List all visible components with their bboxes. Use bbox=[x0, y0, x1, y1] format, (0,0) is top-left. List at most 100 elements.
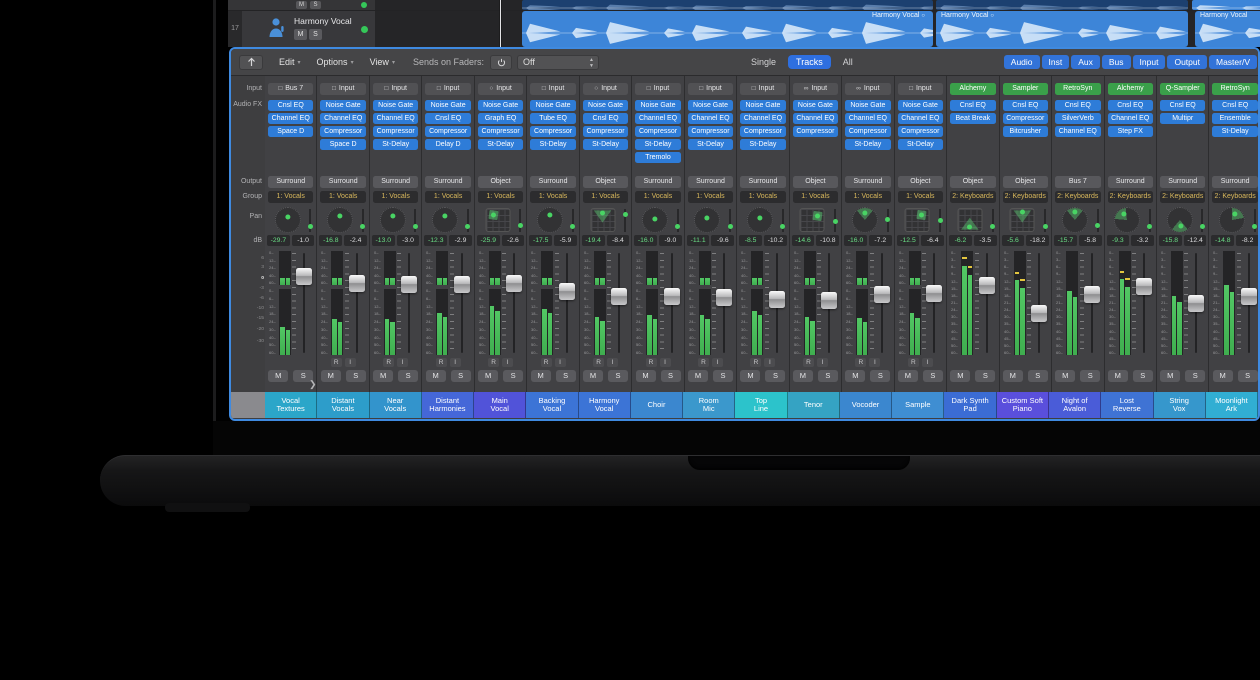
volume-fader[interactable] bbox=[815, 251, 837, 355]
fx-slot[interactable]: Noise Gate bbox=[845, 100, 890, 111]
fx-slot[interactable]: Channel EQ bbox=[268, 113, 313, 124]
instrument-slot[interactable]: Alchemy bbox=[1108, 83, 1153, 95]
peak-level-display[interactable]: -16.0 bbox=[844, 235, 867, 246]
view-menu[interactable]: View▾ bbox=[370, 57, 395, 67]
solo-button[interactable]: S bbox=[309, 29, 322, 40]
solo-button[interactable]: S bbox=[661, 370, 681, 382]
input-monitor-button[interactable]: I bbox=[607, 358, 618, 367]
fx-slot[interactable]: Space D bbox=[320, 139, 365, 150]
volume-display[interactable]: -3.2 bbox=[1131, 235, 1154, 246]
fx-slot[interactable]: Compressor bbox=[635, 126, 680, 137]
fx-slot[interactable]: St-Delay bbox=[740, 139, 785, 150]
instrument-slot[interactable]: RetroSyn bbox=[1212, 83, 1257, 95]
group-slot[interactable]: 2: Keyboards bbox=[1108, 191, 1153, 203]
fx-slot[interactable]: Beat Break bbox=[950, 113, 995, 124]
fx-slot[interactable]: Compressor bbox=[898, 126, 943, 137]
fader-cap[interactable] bbox=[769, 291, 785, 308]
volume-fader[interactable] bbox=[343, 251, 365, 355]
input-slot[interactable]: □Input bbox=[530, 83, 575, 95]
fader-cap[interactable] bbox=[1188, 295, 1204, 312]
pan-control[interactable] bbox=[527, 206, 578, 236]
fader-cap[interactable] bbox=[1084, 286, 1100, 303]
solo-button[interactable]: S bbox=[346, 370, 366, 382]
power-icon[interactable] bbox=[490, 55, 512, 70]
peak-level-display[interactable]: -25.9 bbox=[477, 235, 500, 246]
pan-side-slider[interactable] bbox=[624, 209, 626, 232]
pan-knob[interactable] bbox=[432, 207, 458, 233]
pan-control[interactable] bbox=[1209, 206, 1260, 236]
instrument-slot[interactable]: Q-Sampler bbox=[1160, 83, 1205, 95]
channel-name[interactable]: DistantVocals bbox=[317, 392, 369, 418]
volume-display[interactable]: -10.8 bbox=[816, 235, 839, 246]
group-slot[interactable]: 1: Vocals bbox=[740, 191, 785, 203]
channel-name[interactable]: NearVocals bbox=[370, 392, 422, 418]
fader-cap[interactable] bbox=[506, 275, 522, 292]
fx-slot[interactable]: St-Delay bbox=[373, 139, 418, 150]
input-monitor-button[interactable]: I bbox=[450, 358, 461, 367]
group-slot[interactable]: 1: Vocals bbox=[845, 191, 890, 203]
volume-display[interactable]: -18.2 bbox=[1026, 235, 1049, 246]
fx-slot[interactable]: Bitcrusher bbox=[1003, 126, 1048, 137]
group-slot[interactable]: 1: Vocals bbox=[583, 191, 628, 203]
pan-knob[interactable] bbox=[537, 207, 563, 233]
input-monitor-button[interactable]: I bbox=[397, 358, 408, 367]
solo-button[interactable]: S bbox=[1185, 370, 1205, 382]
go-up-button[interactable] bbox=[239, 55, 263, 70]
pan-side-slider[interactable] bbox=[834, 209, 836, 232]
volume-display[interactable]: -9.6 bbox=[711, 235, 734, 246]
fx-slot[interactable]: Multipr bbox=[1160, 113, 1205, 124]
solo-button[interactable]: S bbox=[556, 370, 576, 382]
audio-region[interactable] bbox=[936, 0, 1188, 10]
pan-side-slider[interactable] bbox=[1097, 209, 1099, 232]
input-slot[interactable]: □Input bbox=[373, 83, 418, 95]
fader-cap[interactable] bbox=[454, 276, 470, 293]
mute-button[interactable]: M bbox=[688, 370, 708, 382]
solo-button[interactable]: S bbox=[765, 370, 785, 382]
input-monitor-button[interactable]: I bbox=[922, 358, 933, 367]
input-monitor-button[interactable]: I bbox=[502, 358, 513, 367]
mute-button[interactable]: M bbox=[268, 370, 288, 382]
output-slot[interactable]: Surround bbox=[268, 176, 313, 188]
fx-slot[interactable]: Noise Gate bbox=[898, 100, 943, 111]
fx-slot[interactable]: Compressor bbox=[793, 126, 838, 137]
output-slot[interactable]: Surround bbox=[845, 176, 890, 188]
input-monitor-button[interactable]: I bbox=[345, 358, 356, 367]
group-slot[interactable]: 1: Vocals bbox=[635, 191, 680, 203]
mute-button[interactable]: M bbox=[636, 370, 656, 382]
solo-button[interactable]: S bbox=[923, 370, 943, 382]
group-slot[interactable]: 1: Vocals bbox=[373, 191, 418, 203]
channel-name[interactable]: RoomMic bbox=[683, 392, 735, 418]
pan-side-slider[interactable] bbox=[362, 209, 364, 232]
fx-slot[interactable]: Channel EQ bbox=[793, 113, 838, 124]
channel-name[interactable]: MainVocal bbox=[474, 392, 526, 418]
fader-cap[interactable] bbox=[926, 285, 942, 302]
pan-knob[interactable] bbox=[1167, 207, 1193, 233]
volume-fader[interactable] bbox=[500, 251, 522, 355]
volume-fader[interactable] bbox=[1130, 251, 1152, 355]
surround-panner[interactable] bbox=[800, 208, 825, 232]
volume-fader[interactable] bbox=[553, 251, 575, 355]
record-enable-button[interactable]: R bbox=[383, 358, 394, 367]
input-slot[interactable]: ○Input bbox=[583, 83, 628, 95]
fx-slot[interactable]: SilverVerb bbox=[1055, 113, 1100, 124]
peak-level-display[interactable]: -6.2 bbox=[949, 235, 972, 246]
pan-control[interactable] bbox=[1000, 206, 1051, 236]
mute-button[interactable]: M bbox=[373, 370, 393, 382]
fx-slot[interactable]: Channel EQ bbox=[898, 113, 943, 124]
fx-slot[interactable]: Channel EQ bbox=[845, 113, 890, 124]
volume-fader[interactable] bbox=[448, 251, 470, 355]
peak-level-display[interactable]: -9.3 bbox=[1107, 235, 1130, 246]
peak-level-display[interactable]: -19.4 bbox=[582, 235, 605, 246]
mute-button[interactable]: M bbox=[426, 370, 446, 382]
group-slot[interactable]: 2: Keyboards bbox=[1212, 191, 1257, 203]
fx-slot[interactable]: Cnsl EQ bbox=[1108, 100, 1153, 111]
audio-region[interactable]: Harmony Vocal ○ bbox=[522, 11, 933, 47]
fx-slot[interactable]: Ensemble bbox=[1212, 113, 1257, 124]
fader-cap[interactable] bbox=[874, 286, 890, 303]
input-monitor-button[interactable]: I bbox=[817, 358, 828, 367]
channel-name[interactable]: VocalTextures bbox=[265, 392, 317, 418]
peak-level-display[interactable]: -13.0 bbox=[372, 235, 395, 246]
fx-slot[interactable]: Noise Gate bbox=[688, 100, 733, 111]
fx-slot[interactable]: Noise Gate bbox=[478, 100, 523, 111]
input-slot[interactable]: □Input bbox=[635, 83, 680, 95]
